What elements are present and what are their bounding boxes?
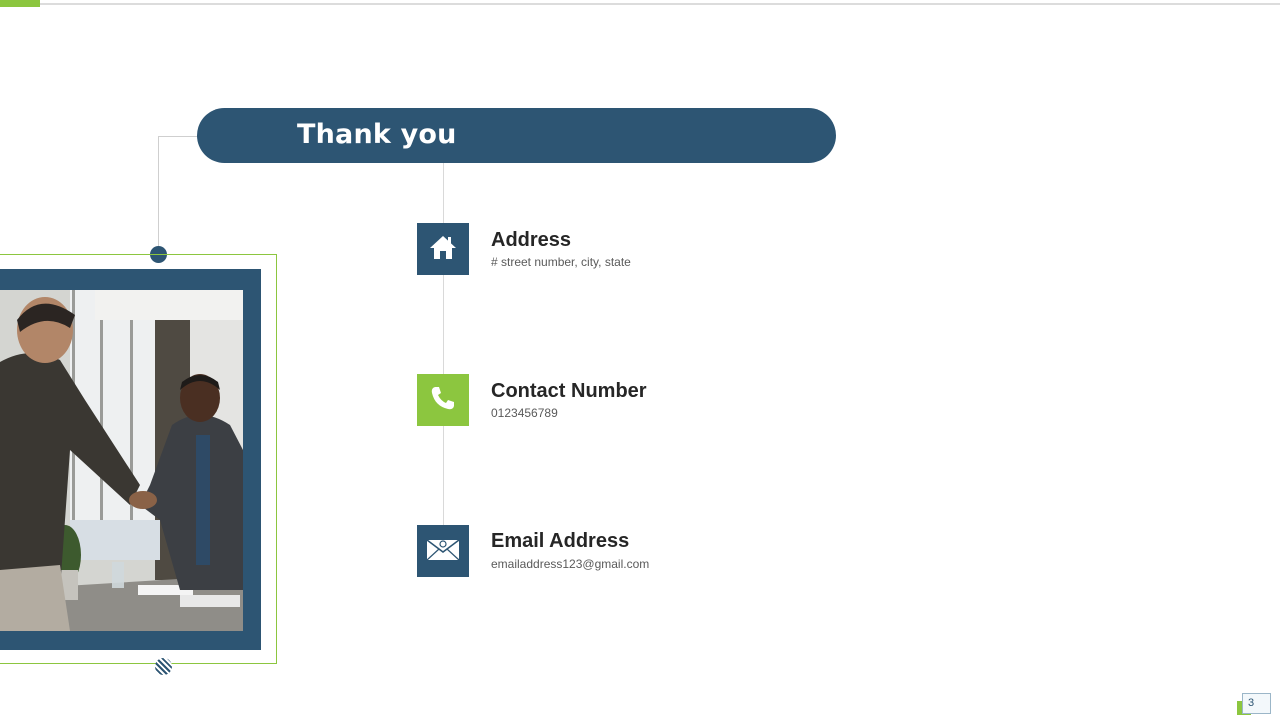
email-envelope-icon xyxy=(426,537,460,566)
top-accent-bar xyxy=(0,0,40,7)
page-title: Thank you xyxy=(297,119,457,150)
email-address-title: Email Address xyxy=(491,530,630,552)
address-detail: # street number, city, state xyxy=(491,255,631,269)
connector-vertical xyxy=(158,136,159,254)
contact-number-detail: 0123456789 xyxy=(491,406,558,420)
contact-number-icon-box xyxy=(417,374,469,426)
phone-icon xyxy=(429,384,457,417)
title-banner: Thank you xyxy=(197,108,836,163)
timeline-line xyxy=(443,163,444,525)
contact-number-title: Contact Number xyxy=(491,380,647,402)
email-address-detail: emailaddress123@gmail.com xyxy=(491,557,650,571)
page-number: 3 xyxy=(1248,697,1255,709)
house-icon xyxy=(429,234,457,265)
connector-horizontal xyxy=(158,136,200,137)
address-icon-box xyxy=(417,223,469,275)
address-title: Address xyxy=(491,229,572,251)
email-icon-box xyxy=(417,525,469,577)
top-divider-line xyxy=(0,3,1280,5)
hatched-circle-decoration xyxy=(155,658,172,675)
handshake-photo xyxy=(0,290,243,631)
page-number-badge xyxy=(1242,693,1271,714)
